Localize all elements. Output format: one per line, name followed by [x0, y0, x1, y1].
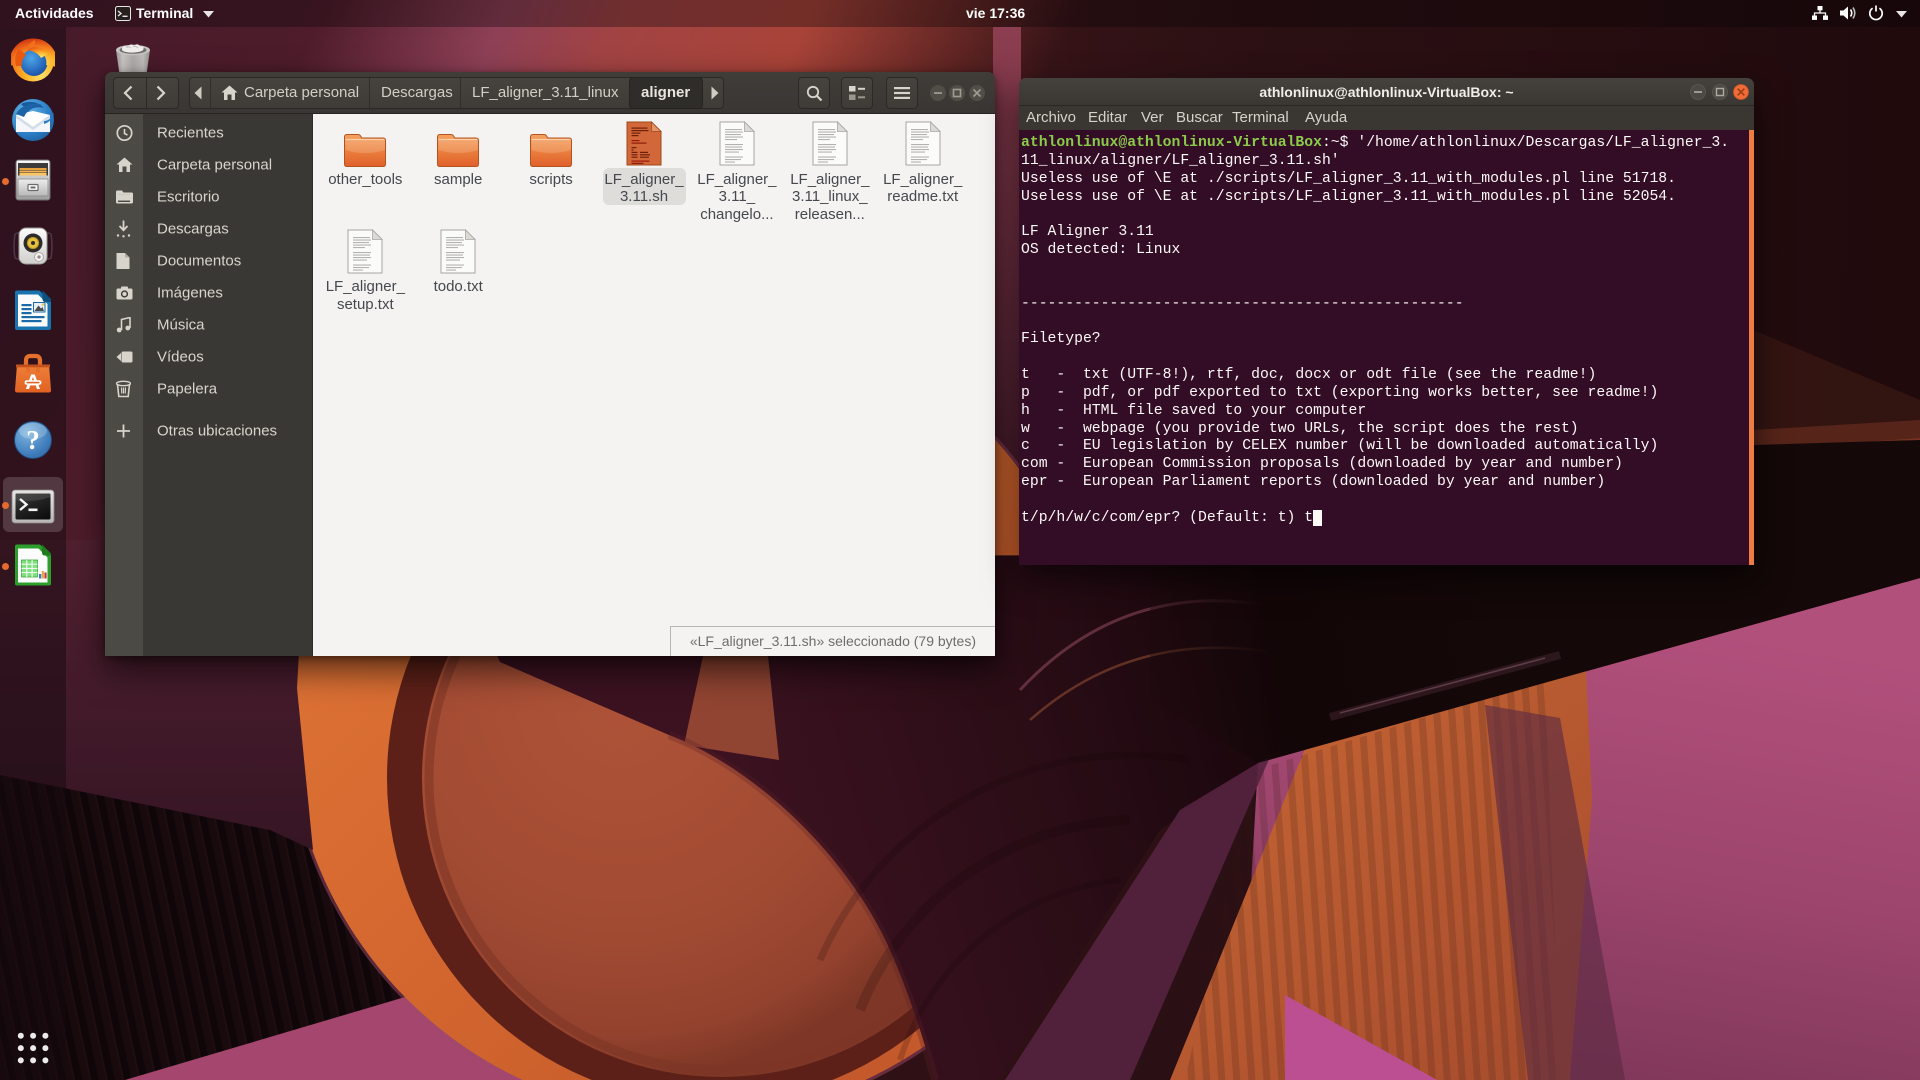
svg-text:?: ? — [26, 425, 40, 455]
